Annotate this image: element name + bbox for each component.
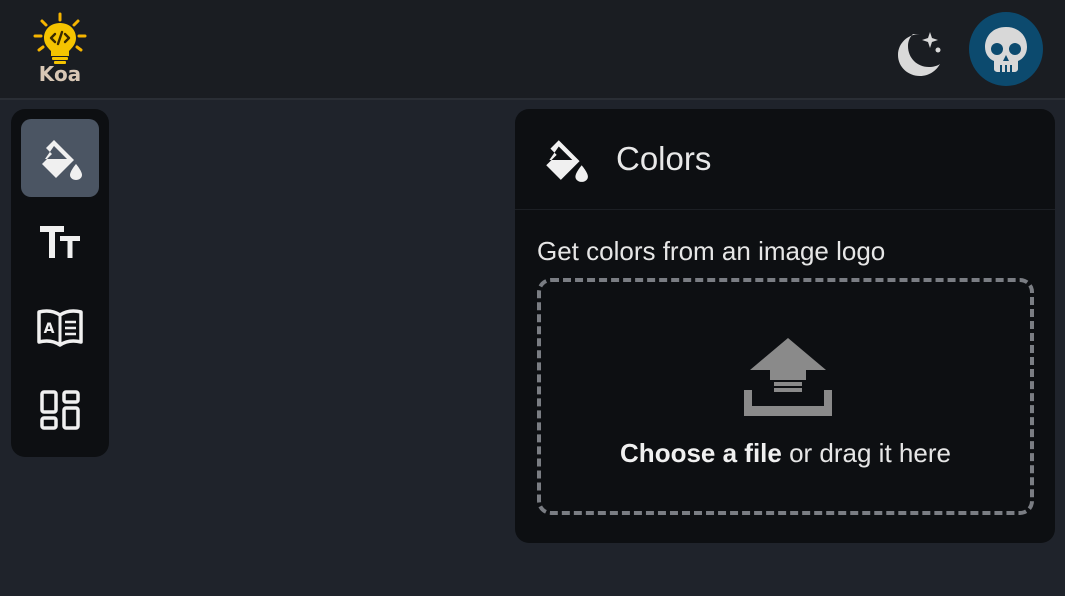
panel-subtitle: Get colors from an image logo bbox=[537, 236, 886, 266]
sidebar-item-typography[interactable] bbox=[21, 203, 99, 281]
colors-panel: Colors Get colors from an image logo Cho… bbox=[515, 109, 1055, 543]
book-icon: A bbox=[37, 309, 83, 347]
logo-text: Koa bbox=[38, 62, 82, 86]
upload-icon bbox=[744, 338, 832, 416]
text-size-icon bbox=[40, 226, 80, 258]
panel-title: Colors bbox=[616, 140, 712, 177]
sidebar-item-reading[interactable]: A bbox=[21, 287, 99, 365]
paint-bucket-icon bbox=[546, 140, 588, 182]
app-logo[interactable]: Koa bbox=[30, 12, 90, 88]
lightbulb-icon bbox=[33, 12, 87, 64]
file-dropzone[interactable]: Choose a file or drag it here bbox=[537, 278, 1034, 515]
moon-stars-icon bbox=[898, 32, 941, 76]
sidebar-item-layout[interactable] bbox=[21, 371, 99, 449]
sidebar-item-colors[interactable] bbox=[21, 119, 99, 197]
svg-text:A: A bbox=[44, 321, 55, 337]
skull-icon bbox=[985, 27, 1027, 72]
choose-file-link[interactable]: Choose a file bbox=[620, 438, 782, 468]
sidebar: A bbox=[11, 109, 109, 457]
panel-header: Colors bbox=[515, 109, 1055, 210]
dashboard-icon bbox=[40, 390, 80, 430]
paint-bucket-icon bbox=[42, 140, 82, 180]
top-bar: Koa bbox=[0, 0, 1065, 100]
theme-toggle-button[interactable] bbox=[890, 24, 946, 80]
drag-hint: or drag it here bbox=[781, 438, 951, 468]
dropzone-text: Choose a file or drag it here bbox=[541, 438, 1030, 469]
user-avatar[interactable] bbox=[969, 12, 1043, 86]
